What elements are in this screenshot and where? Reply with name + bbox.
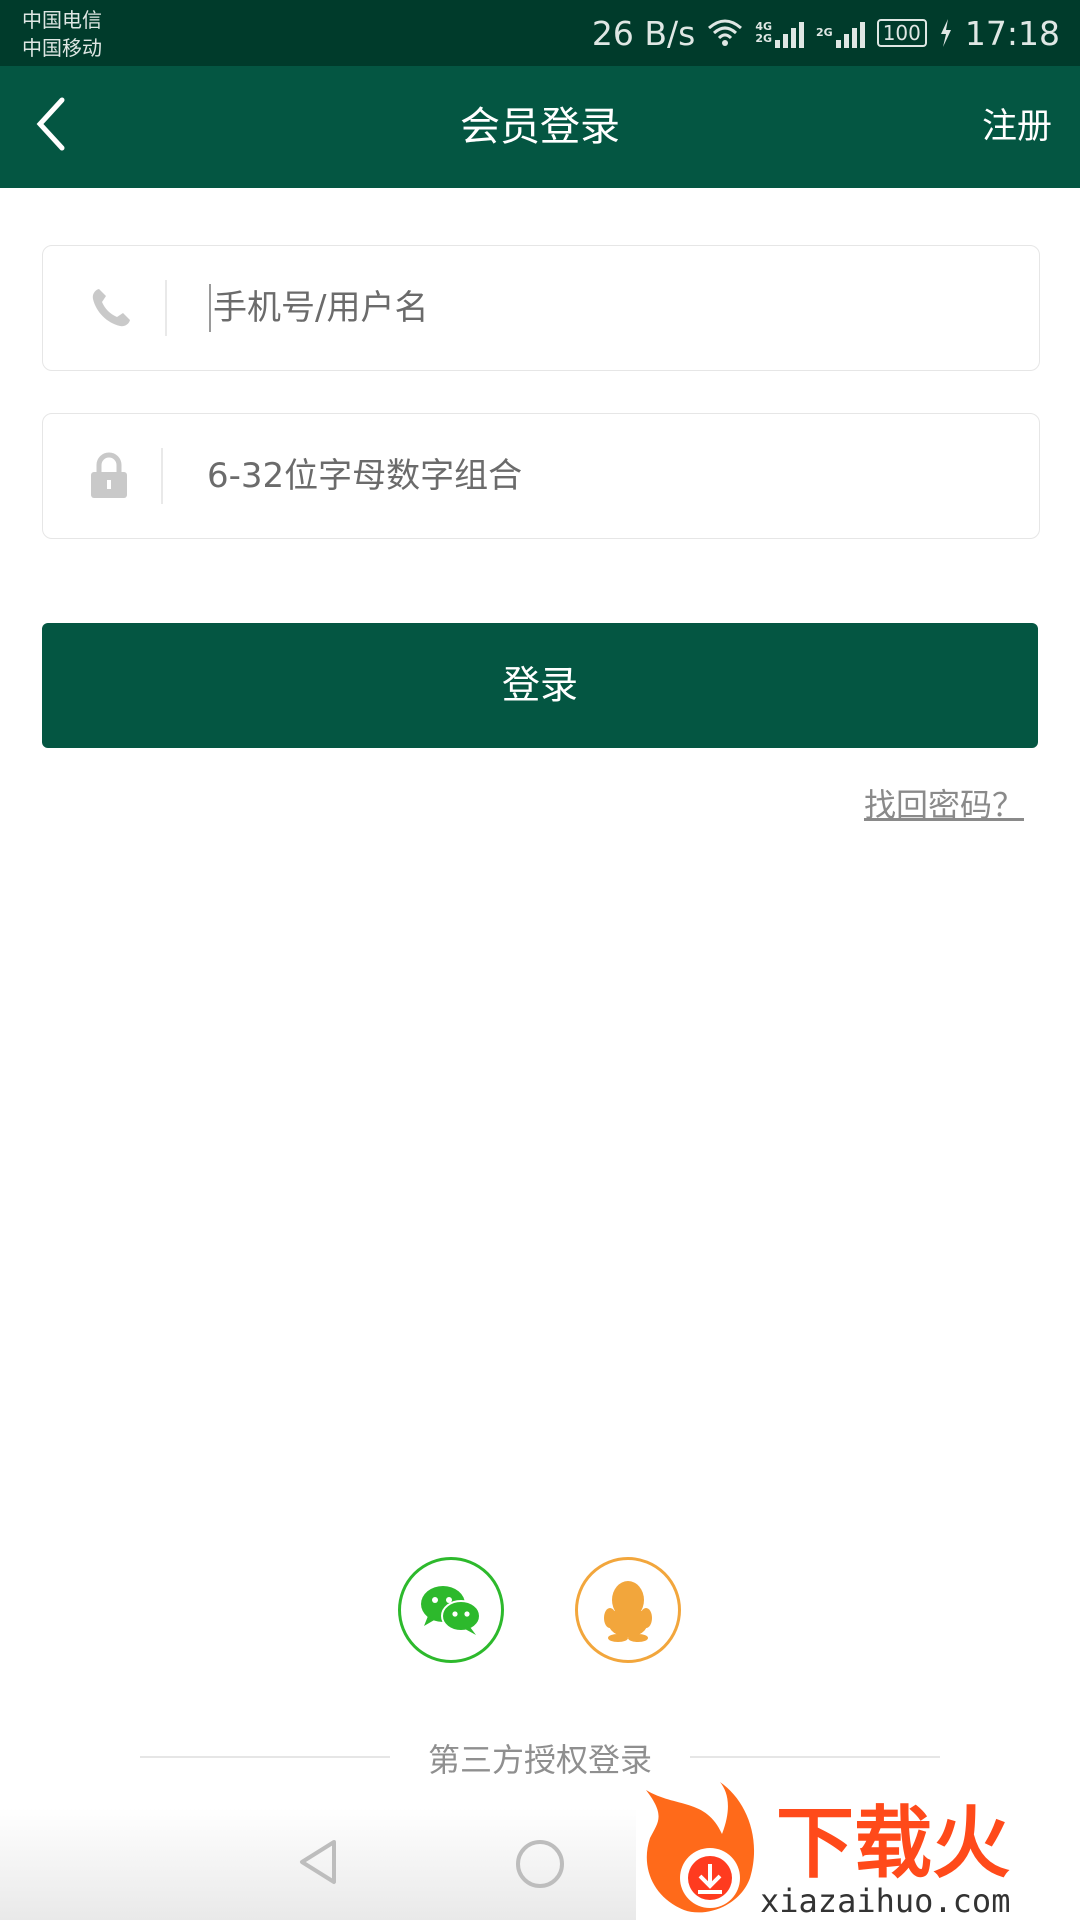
wifi-icon: [708, 19, 743, 46]
clock: 17:18: [964, 13, 1060, 53]
watermark-logo: 下载火 xiazaihuo.com: [636, 1778, 1080, 1920]
status-bar: 中国电信 中国移动 26 B/s 4G 2G 2G 100 17:18: [0, 0, 1080, 66]
phone-icon: [81, 276, 141, 340]
carrier-2: 中国移动: [22, 36, 102, 60]
app-header: 会员登录 注册: [0, 66, 1080, 188]
forgot-password-link[interactable]: 找回密码？: [864, 780, 1024, 826]
page-title: 会员登录: [460, 104, 620, 150]
nav-home-icon[interactable]: [516, 1840, 564, 1888]
watermark-brand: 下载火: [776, 1799, 1010, 1889]
network-type-2g: 2G: [755, 32, 773, 45]
text-cursor: [209, 284, 211, 332]
charging-icon: [940, 19, 951, 47]
qq-icon: [604, 1581, 652, 1642]
network-type-2g-second: 2G: [816, 26, 833, 39]
password-field[interactable]: 6-32位字母数字组合: [42, 413, 1040, 539]
network-speed: 26 B/s: [591, 13, 696, 53]
field-divider: [165, 280, 167, 336]
watermark-domain: xiazaihuo.com: [760, 1882, 1010, 1920]
carrier-1: 中国电信: [22, 8, 102, 32]
username-input[interactable]: 手机号/用户名: [213, 246, 428, 370]
wechat-icon: [421, 1586, 481, 1635]
status-indicators: 26 B/s 4G 2G 2G 100 17:18: [592, 12, 1060, 54]
signal-2-icon: 2G: [816, 18, 865, 48]
field-divider: [161, 448, 163, 504]
battery-level: 100: [876, 19, 927, 47]
third-party-login-label: 第三方授权登录: [427, 1741, 652, 1779]
username-field[interactable]: 手机号/用户名: [42, 245, 1040, 371]
login-button[interactable]: 登录: [42, 623, 1038, 748]
separator-right: [690, 1756, 940, 1758]
nav-back-icon[interactable]: [296, 1838, 340, 1886]
qq-login-button[interactable]: [575, 1557, 681, 1663]
register-button[interactable]: 注册: [982, 66, 1052, 188]
signal-1-icon: 4G 2G: [755, 18, 805, 48]
password-input[interactable]: 6-32位字母数字组合: [207, 414, 522, 538]
wechat-login-button[interactable]: [398, 1557, 504, 1663]
carrier-info: 中国电信 中国移动: [22, 6, 102, 62]
lock-icon: [79, 444, 139, 508]
